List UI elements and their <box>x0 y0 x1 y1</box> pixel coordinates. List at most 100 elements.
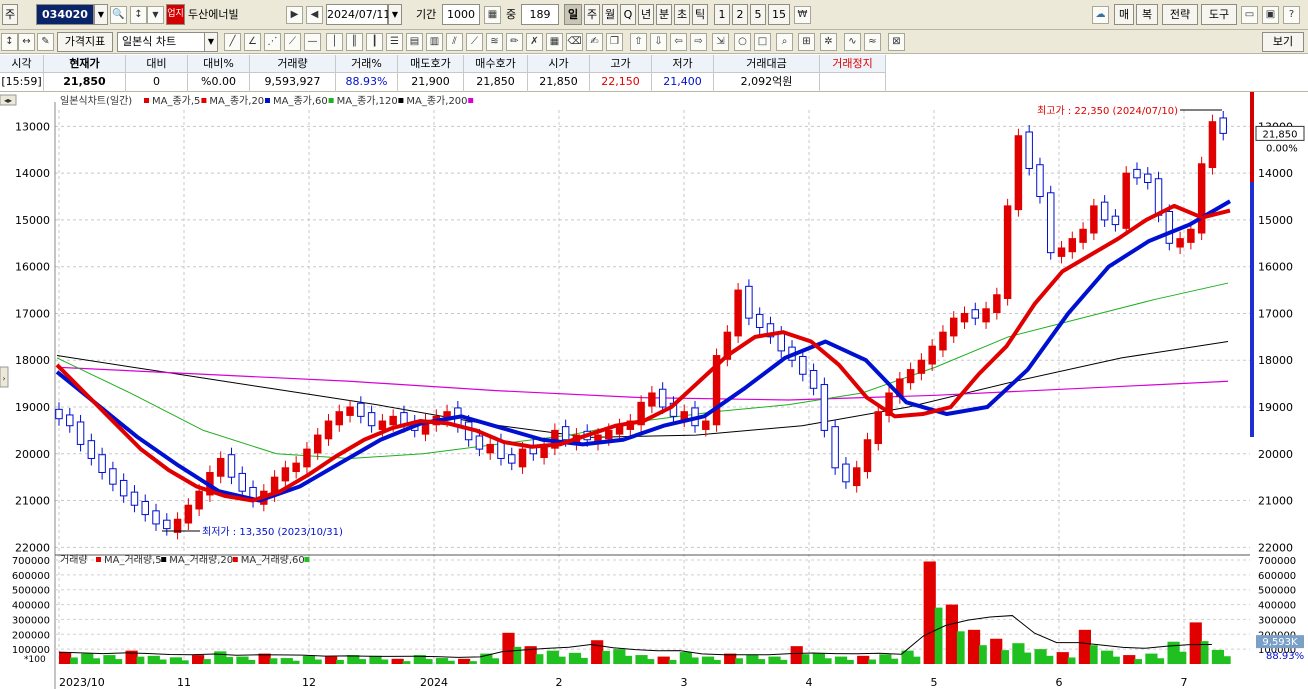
settings-icon[interactable]: ✎ <box>37 33 54 51</box>
buy-button[interactable]: 매 <box>1114 4 1134 25</box>
move-right-icon[interactable]: ⇨ <box>690 33 707 51</box>
play-next-icon[interactable]: ▶ <box>286 6 303 24</box>
fan-tool-icon[interactable]: ⋰ <box>264 33 281 51</box>
help-icon[interactable]: ? <box>1283 6 1300 24</box>
chart-type-dropdown-icon[interactable]: ▼ <box>204 32 218 52</box>
market-selector[interactable]: 주 <box>2 4 18 25</box>
chart-area[interactable]: ◂▸ › 일본식차트(일간) MA_종가,5 MA_종가,20 MA_종가,60 MA_… <box>0 92 1308 689</box>
chart-type-select[interactable]: 일본식 차트 <box>117 32 207 52</box>
edit-icon[interactable]: ✍ <box>586 33 603 51</box>
cycle-line-icon[interactable]: ║ <box>346 33 363 51</box>
color-tool-icon[interactable]: ▦ <box>546 33 563 51</box>
horizontal-line-icon[interactable]: — <box>304 33 321 51</box>
line-tool-icon[interactable]: ╱ <box>224 33 241 51</box>
circle-tool-icon[interactable]: ○ <box>734 33 751 51</box>
strategy-button[interactable]: 전략 <box>1162 4 1198 25</box>
move-down-icon[interactable]: ⇩ <box>650 33 667 51</box>
candle-body <box>1079 228 1087 243</box>
candle-body <box>1187 228 1195 243</box>
period-year-button[interactable]: 년 <box>638 4 654 25</box>
box-tool-icon[interactable]: ▥ <box>426 33 443 51</box>
multi-button[interactable]: 복 <box>1136 4 1158 25</box>
search-icon[interactable]: 🔍 <box>110 6 127 24</box>
date-dropdown-icon[interactable]: ▼ <box>388 4 402 25</box>
channel-icon[interactable]: ☰ <box>386 33 403 51</box>
quote-col-low: 저가 21,400 <box>652 55 714 92</box>
period-week-button[interactable]: 주 <box>584 4 600 25</box>
candle-body <box>173 518 182 533</box>
fibonacci-icon[interactable]: ≋ <box>486 33 503 51</box>
parallel-tool-icon[interactable]: ⟋ <box>466 33 483 51</box>
sort-icon[interactable]: ↕ <box>130 6 147 24</box>
period-tick-button[interactable]: 틱 <box>692 4 708 25</box>
volume-bar <box>491 658 500 664</box>
grid-icon[interactable]: ▦ <box>484 6 501 24</box>
arrow-up-down-icon[interactable]: ↕ <box>1 33 18 51</box>
price-tick-label-right: 19000 <box>1258 401 1293 414</box>
volume-tick-label-left: 400000 <box>12 601 50 612</box>
candle-body <box>820 384 829 431</box>
close-drawing-icon[interactable]: ⊠ <box>888 33 905 51</box>
chevron-down-icon[interactable]: ▼ <box>147 6 164 24</box>
vertical-line-icon[interactable]: │ <box>326 33 343 51</box>
price-tick-label-left: 16000 <box>15 261 50 274</box>
count-input[interactable]: 189 <box>521 4 559 25</box>
cross-tool-icon[interactable]: ✗ <box>526 33 543 51</box>
stock-code-input[interactable]: 034020 <box>36 4 94 25</box>
play-prev-icon[interactable]: ◀ <box>306 6 323 24</box>
volume-bar <box>934 607 943 664</box>
period-quarter-button[interactable]: Q <box>620 4 636 25</box>
settings-gear-icon[interactable]: ✲ <box>820 33 837 51</box>
quote-col-halt: 거래정지 <box>820 55 886 92</box>
date-input[interactable]: 2024/07/11 <box>326 4 390 25</box>
pencil-icon[interactable]: ✏ <box>506 33 523 51</box>
copy-icon[interactable]: ❐ <box>606 33 623 51</box>
period-day-button[interactable]: 일 <box>564 4 582 25</box>
view-button[interactable]: 보기 <box>1262 32 1304 52</box>
volume-bar <box>834 656 848 664</box>
move-left-icon[interactable]: ⇦ <box>670 33 687 51</box>
wave-icon[interactable]: ∿ <box>844 33 861 51</box>
save-icon[interactable]: ▣ <box>1262 6 1279 24</box>
candle-body <box>949 317 958 337</box>
angle-tool-icon[interactable]: ∠ <box>244 33 261 51</box>
time-tick-label: 5 <box>931 676 938 689</box>
interval-1-button[interactable]: 1 <box>714 4 730 25</box>
grid-tool-icon[interactable]: ▤ <box>406 33 423 51</box>
rectangle-tool-icon[interactable]: □ <box>754 33 771 51</box>
cloud-icon[interactable]: ☁ <box>1092 6 1109 24</box>
code-dropdown-icon[interactable]: ▼ <box>94 4 108 25</box>
move-up-icon[interactable]: ⇧ <box>630 33 647 51</box>
ray-tool-icon[interactable]: ⟋ <box>284 33 301 51</box>
volume-bar <box>70 657 78 664</box>
volume-bar <box>956 631 965 664</box>
period-month-button[interactable]: 월 <box>602 4 618 25</box>
arrow-left-right-icon[interactable]: ↔ <box>18 33 35 51</box>
zoom-icon[interactable]: ⌕ <box>776 33 793 51</box>
candle-body <box>874 411 882 444</box>
period-second-button[interactable]: 초 <box>674 4 690 25</box>
wave-alt-icon[interactable]: ≈ <box>864 33 881 51</box>
candle-body <box>238 472 246 492</box>
currency-icon[interactable]: ₩ <box>794 6 811 24</box>
folder-icon[interactable]: ▭ <box>1241 6 1258 24</box>
interval-2-button[interactable]: 2 <box>732 4 748 25</box>
quote-col-bid: 매수호가 21,850 <box>464 55 528 92</box>
candle-body <box>518 448 527 468</box>
export-icon[interactable]: ⇲ <box>712 33 729 51</box>
interval-15-button[interactable]: 15 <box>768 4 790 25</box>
period-minute-button[interactable]: 분 <box>656 4 672 25</box>
magnet-icon[interactable]: ⊞ <box>798 33 815 51</box>
trend-tool-icon[interactable]: ⫽ <box>446 33 463 51</box>
tools-button[interactable]: 도구 <box>1201 4 1237 25</box>
interval-5-button[interactable]: 5 <box>750 4 766 25</box>
volume-bar <box>967 629 981 664</box>
volume-bar <box>1123 655 1136 664</box>
period-input[interactable]: 1000 <box>442 4 480 25</box>
volume-bar <box>1045 655 1054 664</box>
time-zone-icon[interactable]: ┃ <box>366 33 383 51</box>
eraser-icon[interactable]: ⌫ <box>566 33 583 51</box>
volume-bar <box>990 638 1003 664</box>
indicator-button[interactable]: 가격지표 <box>57 32 113 52</box>
volume-bar <box>402 661 411 664</box>
